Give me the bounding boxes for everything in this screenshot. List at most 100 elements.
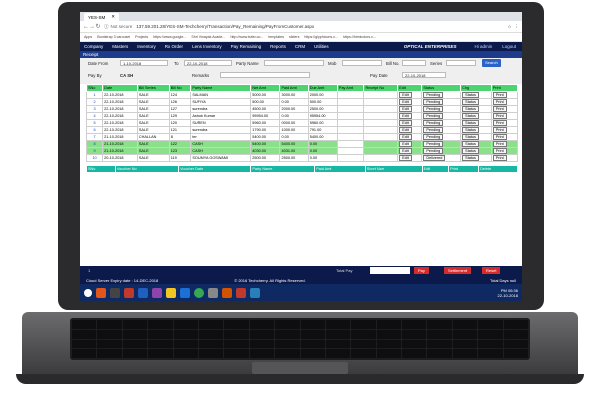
cell-print[interactable]: Print [490,119,519,127]
print-button[interactable]: Print [492,134,507,140]
cell-sno[interactable]: 1 [85,91,104,99]
menu-reports[interactable]: Reports [270,44,286,49]
cell-print[interactable]: Print [490,133,519,141]
cell-pay-amt[interactable] [336,105,365,113]
cell-print[interactable]: Print [490,126,519,134]
mob-input[interactable] [342,60,382,66]
start-icon[interactable] [84,288,92,297]
cell-chg[interactable]: Status [460,112,492,120]
cell-chg[interactable]: Status [460,154,492,162]
print-button[interactable]: Print [492,148,507,154]
cell-chg[interactable]: Status [460,140,492,148]
cell-print[interactable]: Print [490,98,519,106]
cell-print[interactable]: Print [490,147,519,155]
cell-print[interactable]: Print [490,91,519,99]
status-select[interactable]: Delivered [423,155,446,161]
ps-icon[interactable] [180,287,190,298]
cell-edit[interactable]: Edit [397,112,423,120]
edit-button[interactable]: Edit [399,106,412,112]
bill-no-input[interactable] [402,60,426,66]
cell-print[interactable]: Print [490,112,519,120]
pay-date-input[interactable]: 22-10-2018 [402,72,446,78]
edit-button[interactable]: Edit [399,99,412,105]
cell-edit[interactable]: Edit [397,133,423,141]
total-pay-field[interactable] [370,267,410,274]
menu-icon[interactable]: ⋮ [515,24,520,30]
chg-button[interactable]: Status [462,106,479,112]
print-button[interactable]: Print [492,120,507,126]
menu-utilities[interactable]: Utilities [314,44,329,49]
cell-pay-amt[interactable] [336,133,365,141]
edit-button[interactable]: Edit [399,120,412,126]
cell-edit[interactable]: Edit [397,140,423,148]
status-select[interactable]: Pending [423,120,444,126]
menu-crm[interactable]: CRM [295,44,305,49]
edit-button[interactable]: Edit [399,134,412,140]
bookmark-1[interactable]: Bootstrap 3 carousel [97,35,130,39]
status-select[interactable]: Pending [423,99,444,105]
chg-button[interactable]: Status [462,120,479,126]
chg-button[interactable]: Status [462,148,479,154]
print-button[interactable]: Print [492,99,507,105]
chrome-icon[interactable] [194,287,204,298]
bookmark-apps[interactable]: Apps [84,35,92,39]
cell-sno[interactable]: 7 [85,133,104,141]
app-icon-5[interactable] [250,287,260,298]
cell-sno[interactable]: 6 [85,126,104,134]
cell-print[interactable]: Print [490,105,519,113]
logout-link[interactable]: Logout [502,44,516,49]
print-button[interactable]: Print [492,155,507,161]
menu-inventory[interactable]: Inventory [137,44,156,49]
edit-button[interactable]: Edit [399,92,412,98]
menu-lens-inventory[interactable]: Lens Inventory [192,44,222,49]
cell-edit[interactable]: Edit [397,98,423,106]
status-select[interactable]: Pending [423,148,444,154]
edit-button[interactable]: Edit [399,113,412,119]
vs-icon[interactable] [152,287,162,298]
taskbar-clock[interactable]: PM 06:36 22-10-2018 [498,288,518,298]
edit-button[interactable]: Edit [399,148,412,154]
cell-edit[interactable]: Edit [397,154,423,162]
edit-button[interactable]: Edit [399,155,412,161]
date-to-input[interactable]: 22-10-2018 [184,60,232,66]
cell-chg[interactable]: Status [460,91,492,99]
cell-chg[interactable]: Status [460,133,492,141]
cell-edit[interactable]: Edit [397,147,423,155]
status-select[interactable]: Pending [423,113,444,119]
status-select[interactable]: Pending [423,134,444,140]
cell-pay-amt[interactable] [336,119,365,127]
print-button[interactable]: Print [492,141,507,147]
cell-chg[interactable]: Status [460,105,492,113]
chg-button[interactable]: Status [462,155,479,161]
chg-button[interactable]: Status [462,99,479,105]
status-select[interactable]: Pending [423,92,444,98]
cell-print[interactable]: Print [490,154,519,162]
status-select[interactable]: Pending [423,106,444,112]
cell-chg[interactable]: Status [460,147,492,155]
opera-icon[interactable] [124,287,134,298]
browser-tab[interactable]: YES-SM ✕ [84,13,120,21]
settlement-button[interactable]: Settlement [444,267,472,274]
cell-sno[interactable]: 9 [85,147,104,155]
date-from-input[interactable]: 1-10-2018 [120,60,168,66]
search-button[interactable]: Search [482,59,501,67]
cell-edit[interactable]: Edit [397,119,423,127]
cell-sno[interactable]: 2 [85,98,104,106]
print-button[interactable]: Print [492,113,507,119]
cell-sno[interactable]: 5 [85,119,104,127]
cell-sno[interactable]: 4 [85,112,104,120]
cell-chg[interactable]: Status [460,126,492,134]
cell-chg[interactable]: Status [460,98,492,106]
cell-edit[interactable]: Edit [397,105,423,113]
close-icon[interactable]: ✕ [111,14,115,20]
cell-pay-amt[interactable] [336,126,365,134]
party-name-input[interactable] [264,60,324,66]
cell-sno[interactable]: 8 [85,140,104,148]
print-button[interactable]: Print [492,92,507,98]
bookmark-9[interactable]: https://htmlcolors.c... [343,35,376,39]
cell-print[interactable]: Print [490,140,519,148]
bookmark-7[interactable]: sliders [289,35,299,39]
bookmark-6[interactable]: templates [268,35,284,39]
cell-sno[interactable]: 3 [85,105,104,113]
app-icon-3[interactable] [222,287,232,298]
